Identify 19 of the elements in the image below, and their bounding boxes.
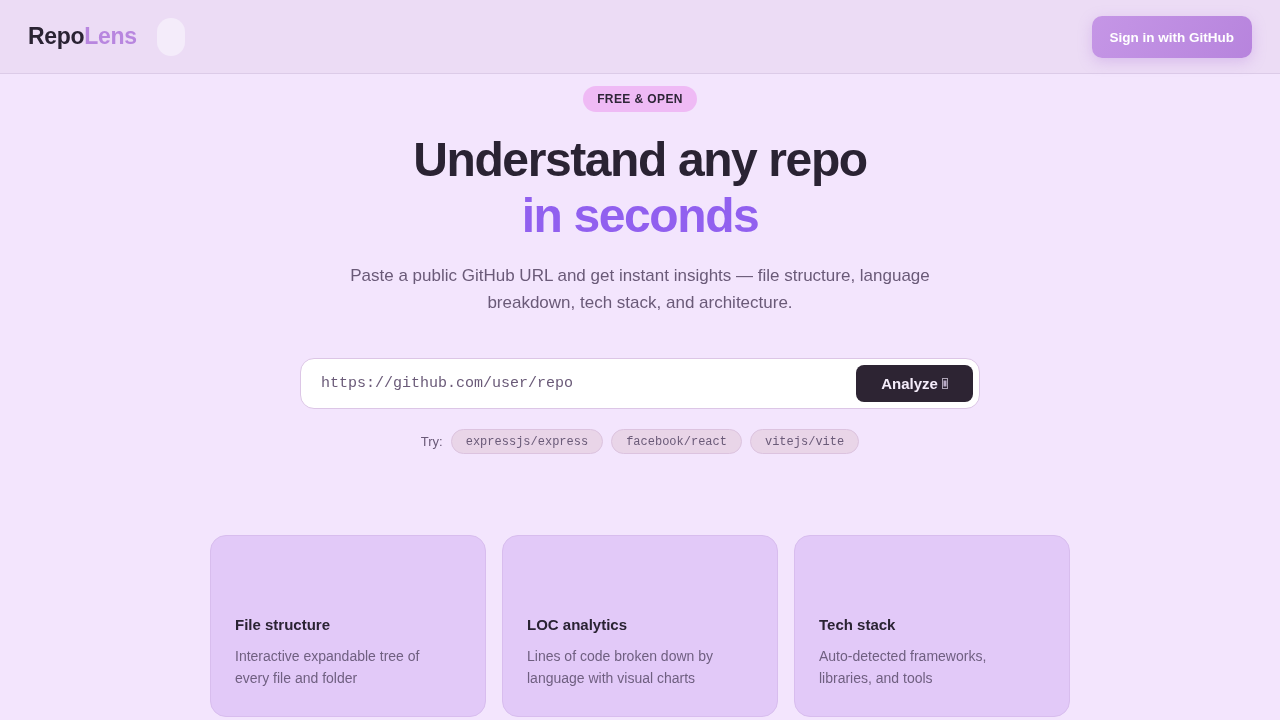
card-title: File structure [235,616,332,633]
glyph-box-icon [941,377,948,390]
card-description: Lines of code broken down by language with visual charts [527,647,714,688]
example-chip[interactable]: facebook/react [611,429,742,454]
url-field[interactable]: https://github.com/user/repo Analyze [300,358,980,409]
card-description: Auto-detected frameworks, libraries, and tools [819,647,988,688]
example-chip[interactable]: expressjs/express [450,429,604,454]
card-description: Interactive expandable tree of every file and folder [235,647,421,688]
example-chip[interactable]: vitejs/vite [749,429,860,454]
card-title: LOC analytics [527,616,629,633]
try-label: Try: [420,434,443,449]
logo[interactable]: RepoLens [28,23,137,50]
analyze-button[interactable]: Analyze [856,365,973,402]
card-title: Tech stack [819,616,897,633]
badge: FREE & OPEN [583,86,697,112]
headline: Understand any repo [413,132,867,188]
headline-accent: in seconds [521,188,759,244]
subtitle: Paste a public GitHub URL and get instant insights — file structure, language breakdown, tech stack, and architecture. [349,265,931,314]
sign-in-button[interactable]: Sign in with GitHub [1091,16,1252,58]
